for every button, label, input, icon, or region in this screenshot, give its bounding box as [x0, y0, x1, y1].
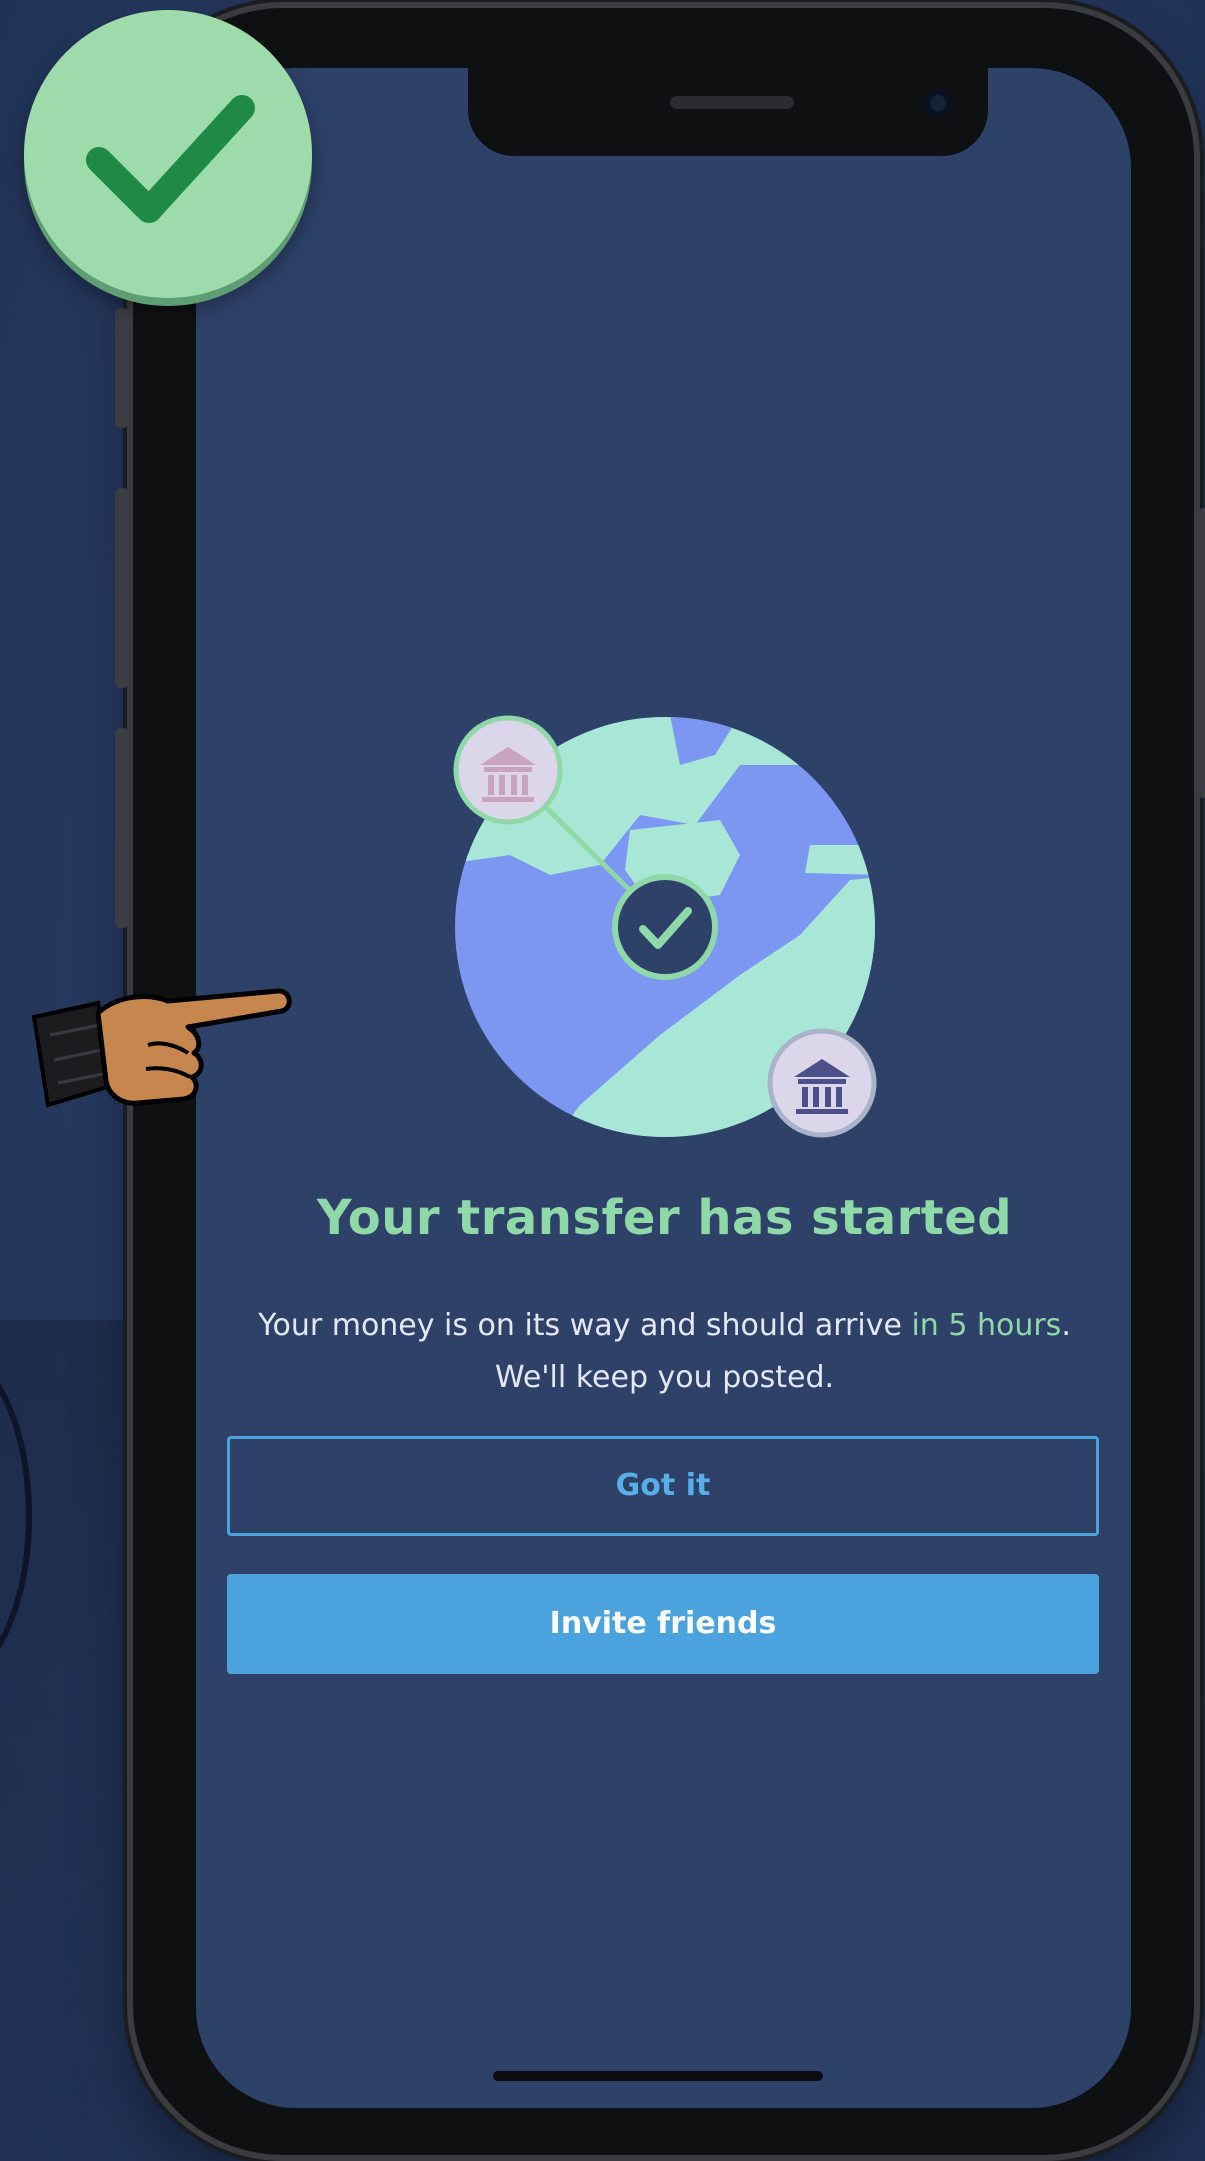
description-prefix: Your money is on its way and should arri…: [258, 1308, 912, 1343]
bank-destination-icon: [767, 1028, 877, 1138]
transfer-description: Your money is on its way and should arri…: [197, 1300, 1132, 1404]
speaker-grille: [670, 96, 794, 109]
got-it-button[interactable]: Got it: [227, 1436, 1099, 1536]
invite-friends-button[interactable]: Invite friends: [227, 1574, 1099, 1674]
phone-side-button: [115, 308, 129, 428]
description-suffix: .: [1061, 1308, 1071, 1343]
phone-power-button: [1198, 508, 1205, 798]
phone-volume-down-button: [115, 728, 129, 928]
tutorial-stage: Your transfer has started Your money is …: [0, 0, 1205, 2161]
front-camera: [925, 90, 951, 116]
transfer-title: Your transfer has started: [316, 1190, 1013, 1246]
description-line2: We'll keep you posted.: [494, 1360, 835, 1395]
phone-volume-up-button: [115, 488, 129, 688]
check-icon: [24, 10, 312, 298]
center-check-icon: [612, 874, 718, 980]
eta-highlight: in 5 hours: [911, 1308, 1062, 1343]
phone-notch: [468, 68, 988, 156]
pointing-hand-icon: [28, 965, 298, 1125]
globe-transfer-illustration: [440, 705, 900, 1145]
home-indicator[interactable]: [493, 2071, 823, 2081]
bank-source-icon: [453, 715, 563, 825]
